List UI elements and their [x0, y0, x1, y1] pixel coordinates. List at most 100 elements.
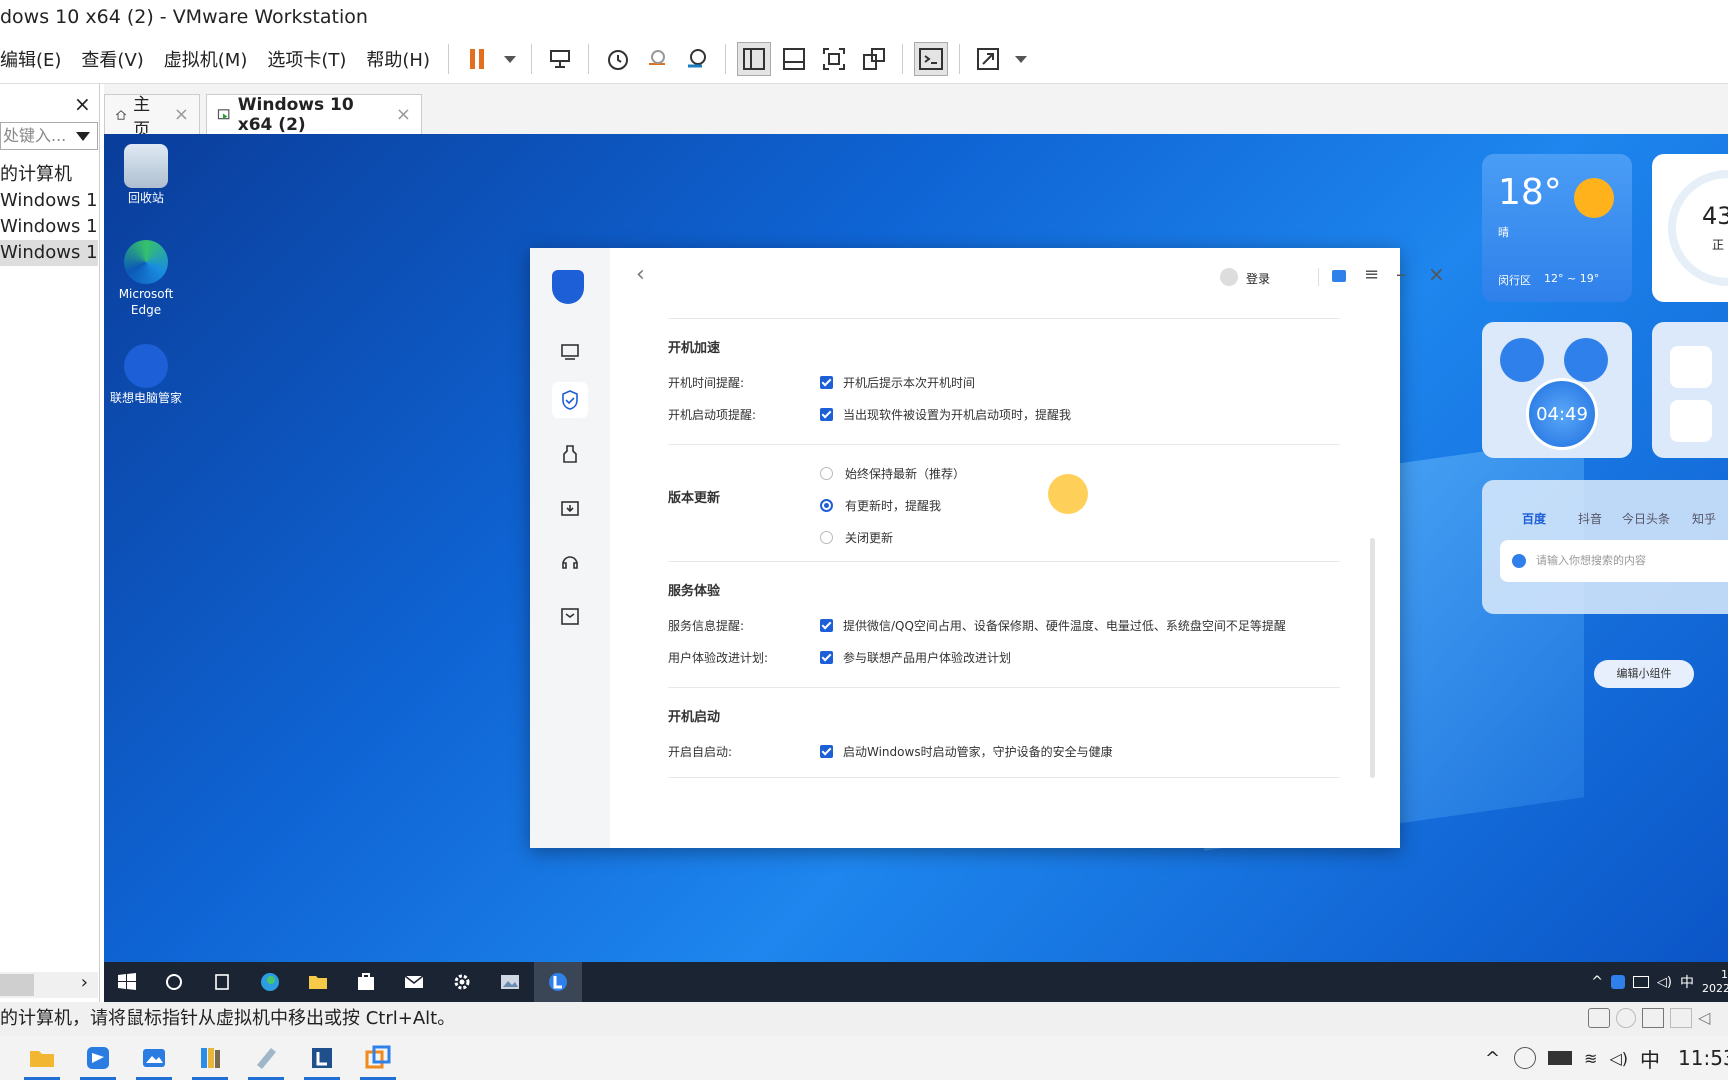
taskbar-mail[interactable] — [390, 962, 438, 1002]
menu-icon[interactable]: ≡ — [1364, 264, 1379, 285]
unity-button[interactable] — [857, 42, 891, 76]
wifi-icon[interactable]: ≋ — [1584, 1049, 1597, 1068]
clock[interactable]: 1 2022 — [1702, 968, 1728, 996]
snapshot-manager-button[interactable] — [680, 42, 714, 76]
library-close-button[interactable]: × — [74, 92, 91, 116]
host-taskbar-notes[interactable] — [238, 1036, 294, 1080]
setting-row[interactable]: 开机启动项提醒: 当出现软件被设置为开机启动项时，提醒我 — [668, 398, 1340, 430]
checkbox-checked[interactable] — [820, 375, 833, 389]
taskbar-store[interactable] — [342, 962, 390, 1002]
volume-icon[interactable]: ◁) — [1657, 975, 1672, 990]
search-button[interactable] — [150, 962, 198, 1002]
scroll-right-arrow-icon[interactable]: › — [81, 972, 88, 993]
sidebar-item-security[interactable] — [552, 382, 588, 418]
close-icon[interactable]: × — [396, 104, 411, 125]
host-taskbar-books[interactable] — [182, 1036, 238, 1080]
scrollbar-thumb[interactable] — [0, 974, 34, 996]
stretch-button[interactable] — [971, 42, 1005, 76]
tree-item-vm-selected[interactable]: Windows 10 — [0, 240, 98, 266]
volume-icon[interactable]: ◁) — [1609, 1049, 1628, 1068]
speaker-icon[interactable] — [1564, 338, 1608, 382]
network-icon[interactable] — [1632, 976, 1649, 988]
close-icon[interactable]: × — [174, 104, 189, 125]
task-view-button[interactable] — [198, 962, 246, 1002]
host-taskbar-feishu[interactable] — [70, 1036, 126, 1080]
host-taskbar-explorer[interactable] — [14, 1036, 70, 1080]
tree-item-my-computer[interactable]: 的计算机 — [0, 162, 98, 188]
host-taskbar-photos[interactable] — [126, 1036, 182, 1080]
clock-time[interactable]: 11:53 — [1678, 1046, 1728, 1070]
host-taskbar-lenovo[interactable] — [294, 1036, 350, 1080]
minimize-icon[interactable]: – — [1396, 262, 1406, 286]
full-screen-button[interactable] — [817, 42, 851, 76]
search-tab-toutiao[interactable]: 今日头条 — [1622, 510, 1670, 527]
library-horizontal-scrollbar[interactable]: › — [0, 972, 98, 998]
record-icon[interactable] — [1670, 400, 1712, 442]
taskbar-file-explorer[interactable] — [294, 962, 342, 1002]
network-adapter-icon[interactable] — [1642, 1008, 1664, 1028]
sidebar-item-service[interactable] — [552, 544, 588, 580]
hard-disk-icon[interactable] — [1588, 1008, 1610, 1028]
menu-vm[interactable]: 虚拟机(M) — [154, 46, 258, 72]
search-tab-baidu[interactable]: 百度 — [1522, 510, 1546, 527]
setting-row[interactable]: 有更新时，提醒我 — [668, 489, 1340, 521]
thumbnail-bar-button[interactable] — [777, 42, 811, 76]
sidebar-item-cleanup[interactable] — [552, 436, 588, 472]
ring-widget[interactable]: 43 正 — [1652, 154, 1728, 302]
taskbar-edge[interactable] — [246, 962, 294, 1002]
checkbox-checked[interactable] — [820, 650, 833, 664]
back-button[interactable]: ‹ — [636, 262, 645, 287]
settings-scrollbar[interactable] — [1370, 538, 1375, 778]
setting-row[interactable]: 服务信息提醒: 提供微信/QQ空间占用、设备保修期、硬件温度、电量过低、系统盘空间… — [668, 609, 1340, 641]
setting-row[interactable]: 始终保持最新（推荐） — [668, 457, 1340, 489]
avatar[interactable] — [1220, 268, 1238, 286]
desktop-icon-lenovo-manager[interactable]: 联想电脑管家 — [104, 344, 188, 406]
tray-overflow-icon[interactable]: ^ — [1485, 1048, 1500, 1069]
close-icon[interactable]: × — [1428, 262, 1445, 286]
checkbox-checked[interactable] — [820, 744, 833, 758]
taskbar-lenovo-manager[interactable] — [534, 962, 582, 1002]
cd-dvd-icon[interactable] — [1616, 1008, 1636, 1028]
battery-icon[interactable] — [1548, 1051, 1573, 1065]
sidebar-item-toolbox[interactable] — [552, 598, 588, 634]
sound-card-icon[interactable]: ◁ — [1698, 1008, 1718, 1028]
tray-overflow-icon[interactable]: ^ — [1591, 974, 1603, 990]
tray-lenovo-icon[interactable] — [1610, 975, 1625, 989]
setting-row[interactable]: 开启自启动: 启动Windows时启动管家，守护设备的安全与健康 — [668, 735, 1340, 767]
chevron-down-icon[interactable] — [76, 132, 90, 141]
radio-unchecked[interactable] — [820, 466, 833, 480]
checkbox-checked[interactable] — [820, 407, 833, 421]
tools-widget[interactable] — [1652, 322, 1728, 458]
search-tab-douyin[interactable]: 抖音 — [1578, 510, 1602, 527]
edit-widgets-button[interactable]: 编辑小组件 — [1594, 660, 1694, 688]
tree-item-vm[interactable]: Windows 10 — [0, 188, 98, 214]
power-dropdown-button[interactable] — [500, 42, 520, 76]
tab-home[interactable]: 主页 × — [104, 94, 200, 140]
setting-row[interactable]: 关闭更新 — [668, 521, 1340, 553]
tab-vm[interactable]: Windows 10 x64 (2) × — [206, 94, 422, 135]
send-ctrl-alt-del-button[interactable] — [543, 42, 577, 76]
radio-checked[interactable] — [820, 498, 833, 512]
sidebar-item-software[interactable] — [552, 490, 588, 526]
setting-row[interactable]: 开机时间提醒: 开机后提示本次开机时间 — [668, 366, 1340, 398]
setting-row[interactable]: 用户体验改进计划: 参与联想产品用户体验改进计划 — [668, 641, 1340, 673]
show-library-button[interactable] — [737, 41, 771, 76]
revert-snapshot-button[interactable] — [640, 42, 674, 76]
printer-icon[interactable] — [1670, 1008, 1692, 1028]
tree-item-vm[interactable]: Windows 11 — [0, 214, 98, 240]
menu-tabs[interactable]: 选项卡(T) — [257, 46, 356, 72]
tray-app-icon[interactable] — [1514, 1047, 1537, 1069]
start-button[interactable] — [104, 962, 150, 1002]
desktop-icon-edge[interactable]: Microsoft Edge — [104, 240, 188, 318]
taskbar-photos[interactable] — [486, 962, 534, 1002]
ime-indicator[interactable]: 中 — [1640, 1044, 1660, 1073]
taskbar-settings[interactable] — [438, 962, 486, 1002]
pause-button[interactable] — [460, 42, 494, 76]
snapshot-button[interactable] — [600, 42, 634, 76]
search-input[interactable]: 请输入你想搜索的内容 — [1500, 540, 1728, 582]
timer-display[interactable]: 04:49 — [1526, 378, 1598, 450]
menu-view[interactable]: 查看(V) — [71, 46, 153, 72]
crop-icon[interactable] — [1670, 346, 1712, 388]
desktop-icon-recycle-bin[interactable]: 回收站 — [104, 144, 188, 206]
radio-unchecked[interactable] — [820, 530, 833, 544]
